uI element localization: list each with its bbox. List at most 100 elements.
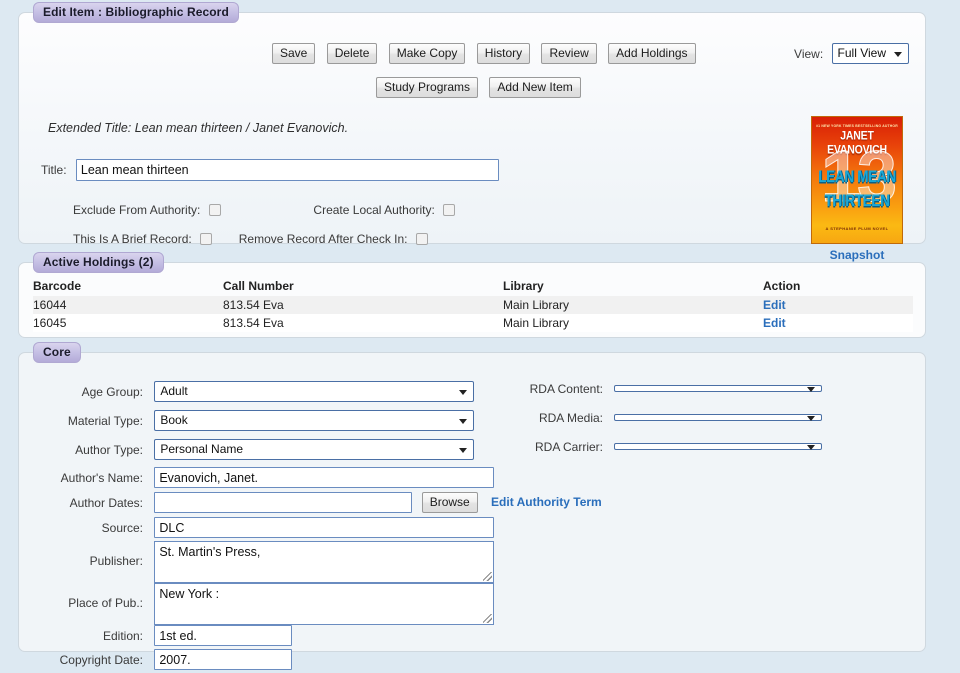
browse-button[interactable]: Browse [422,492,478,513]
rda-content-select[interactable] [614,385,822,392]
rda-content-label: RDA Content: [475,382,611,396]
create-local-authority-label: Create Local Authority: [313,203,434,217]
rda-content-row: RDA Content: [475,381,822,405]
place-of-publication-textarea[interactable] [154,583,494,625]
edit-holding-link[interactable]: Edit [763,298,786,312]
author-name-input[interactable] [154,467,494,488]
active-holdings-legend: Active Holdings (2) [33,252,164,273]
place-of-publication-row: Place of Pub.: [39,583,494,629]
make-copy-button[interactable]: Make Copy [389,43,466,64]
table-row: 16044 813.54 Eva Main Library Edit [33,296,913,314]
core-panel: Core Age Group: Adult Material Type: Boo… [18,352,926,652]
author-dates-row: Author Dates: Browse Edit Authority Term [39,492,602,516]
cell-library: Main Library [503,296,763,314]
age-group-select[interactable]: Adult [154,381,474,402]
chevron-down-icon [807,387,815,392]
view-label: View: [794,47,823,61]
author-dates-input[interactable] [154,492,412,513]
brief-record-checkbox[interactable] [200,233,212,245]
page-title: Edit Item : Bibliographic Record [33,2,239,23]
remove-after-checkin-label: Remove Record After Check In: [239,232,408,246]
active-holdings-panel: Active Holdings (2) Barcode Call Number … [18,262,926,338]
age-group-value: Adult [160,384,187,398]
column-header-action: Action [763,279,913,296]
age-group-label: Age Group: [39,385,151,399]
copyright-date-label: Copyright Date: [39,653,151,667]
core-legend: Core [33,342,81,363]
table-row: 16045 813.54 Eva Main Library Edit [33,314,913,332]
author-name-row: Author's Name: [39,467,494,491]
publisher-row: Publisher: [39,541,494,587]
cell-library: Main Library [503,314,763,332]
cell-call-number: 813.54 Eva [223,296,503,314]
age-group-row: Age Group: Adult [39,381,474,405]
rda-carrier-row: RDA Carrier: [475,439,822,463]
remove-after-checkin-checkbox[interactable] [416,233,428,245]
save-button[interactable]: Save [272,43,315,64]
book-cover-image[interactable]: #1 NEW YORK TIMES BESTSELLING AUTHOR JAN… [811,116,903,244]
edition-row: Edition: [39,625,292,649]
title-field-group: Title: [41,159,499,181]
view-select[interactable]: Full View [832,43,909,64]
place-of-publication-label: Place of Pub.: [39,583,151,610]
column-header-call-number: Call Number [223,279,503,296]
edition-label: Edition: [39,629,151,643]
cover-subtitle: A STEPHANIE PLUM NOVEL [812,226,902,231]
copyright-date-input[interactable] [154,649,292,670]
source-row: Source: [39,517,494,541]
edit-holding-link[interactable]: Edit [763,316,786,330]
add-new-item-button[interactable]: Add New Item [489,77,580,98]
author-type-select[interactable]: Personal Name [154,439,474,460]
cell-barcode: 16044 [33,296,223,314]
create-local-authority-checkbox[interactable] [443,204,455,216]
extended-title-text: Extended Title: Lean mean thirteen / Jan… [48,121,348,135]
rda-media-row: RDA Media: [475,410,822,434]
rda-media-label: RDA Media: [475,411,611,425]
chevron-down-icon [459,448,467,453]
add-holdings-button[interactable]: Add Holdings [608,43,695,64]
edit-authority-term-link[interactable]: Edit Authority Term [491,495,602,509]
material-type-label: Material Type: [39,414,151,428]
material-type-value: Book [160,413,187,427]
author-type-row: Author Type: Personal Name [39,439,474,463]
chevron-down-icon [807,445,815,450]
view-select-value: Full View [838,46,886,60]
cell-call-number: 813.54 Eva [223,314,503,332]
column-header-library: Library [503,279,763,296]
delete-button[interactable]: Delete [327,43,378,64]
exclude-from-authority-group: Exclude From Authority: [73,202,221,217]
snapshot-link[interactable]: Snapshot [811,248,903,262]
title-input[interactable] [76,159,499,181]
chevron-down-icon [807,416,815,421]
history-button[interactable]: History [477,43,530,64]
chevron-down-icon [894,52,902,57]
place-textarea-wrap [154,583,494,625]
study-programs-button[interactable]: Study Programs [376,77,478,98]
rda-carrier-select[interactable] [614,443,822,450]
primary-toolbar: Save Delete Make Copy History Review Add… [272,43,696,64]
rda-media-select[interactable] [614,414,822,421]
chevron-down-icon [459,390,467,395]
edition-input[interactable] [154,625,292,646]
author-type-value: Personal Name [160,442,243,456]
bibliographic-record-panel: Edit Item : Bibliographic Record Save De… [18,12,926,244]
exclude-from-authority-checkbox[interactable] [209,204,221,216]
column-header-barcode: Barcode [33,279,223,296]
source-input[interactable] [154,517,494,538]
publisher-label: Publisher: [39,541,151,568]
checkbox-row-2: This Is A Brief Record: Remove Record Af… [73,231,428,246]
cover-title-line1: LEAN MEAN [812,167,902,186]
material-type-select[interactable]: Book [154,410,474,431]
chevron-down-icon [459,419,467,424]
brief-record-label: This Is A Brief Record: [73,232,192,246]
holdings-table: Barcode Call Number Library Action 16044… [33,279,913,332]
exclude-from-authority-label: Exclude From Authority: [73,203,200,217]
cell-barcode: 16045 [33,314,223,332]
checkbox-row-1: Exclude From Authority: Create Local Aut… [73,202,455,217]
publisher-textarea-wrap [154,541,494,583]
copyright-date-row: Copyright Date: [39,649,292,673]
publisher-textarea[interactable] [154,541,494,583]
review-button[interactable]: Review [541,43,596,64]
author-name-label: Author's Name: [39,471,151,485]
secondary-toolbar: Study Programs Add New Item [376,77,581,98]
